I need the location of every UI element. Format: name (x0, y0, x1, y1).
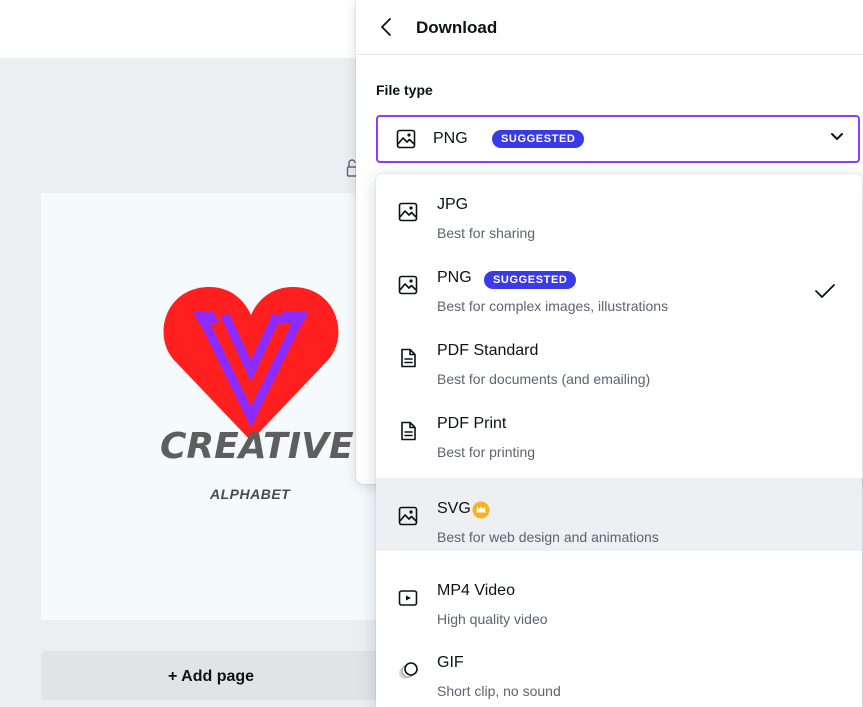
image-icon (398, 275, 418, 295)
option-png[interactable]: PNG SUGGESTED Best for complex images, i… (376, 247, 862, 320)
panel-title: Download (416, 18, 498, 37)
heart-logo-graphic (163, 286, 339, 441)
image-icon (398, 202, 418, 222)
option-svg[interactable]: SVG Best for web design and animations (376, 478, 862, 551)
chevron-down-icon (831, 133, 843, 140)
option-description: Best for web design and animations (437, 529, 659, 545)
option-description: Best for documents (and emailing) (437, 371, 651, 387)
option-name: SVG (437, 500, 471, 517)
option-mp4-video[interactable]: MP4 Video High quality video (376, 560, 862, 633)
option-name: PNG (437, 269, 472, 286)
video-icon (398, 590, 418, 606)
add-page-button[interactable]: + Add page (41, 651, 381, 700)
panel-header: Download (356, 0, 863, 55)
document-icon (401, 421, 416, 441)
logo-title-text: CREATIVE (160, 426, 354, 467)
option-description: Short clip, no sound (437, 683, 561, 699)
option-name: PDF Standard (437, 342, 539, 359)
option-name: PDF Print (437, 415, 507, 432)
back-button[interactable] (374, 15, 398, 39)
option-name: JPG (437, 196, 469, 213)
suggested-badge: SUGGESTED (492, 130, 585, 148)
option-description: Best for sharing (437, 225, 536, 241)
file-type-select[interactable]: PNG SUGGESTED (376, 115, 860, 163)
option-name: MP4 Video (437, 582, 515, 599)
gif-icon (399, 662, 418, 679)
file-type-dropdown: JPG Best for sharing PNG SUGGESTED Best … (376, 174, 862, 707)
file-type-label: File type (376, 82, 433, 98)
document-icon (401, 348, 416, 368)
chevron-left-icon (381, 18, 391, 36)
suggested-badge: SUGGESTED (484, 271, 577, 289)
option-gif[interactable]: GIF Short clip, no sound (376, 632, 862, 705)
option-name: GIF (437, 654, 464, 671)
image-icon (396, 129, 416, 149)
selected-file-type: PNG (433, 130, 468, 147)
image-icon (398, 506, 418, 526)
option-jpg[interactable]: JPG Best for sharing (376, 174, 862, 247)
logo-subtitle-text: ALPHABET (210, 486, 291, 502)
option-pdf-standard[interactable]: PDF Standard Best for documents (and ema… (376, 320, 862, 393)
option-description: Best for printing (437, 444, 536, 460)
checkmark-icon (815, 284, 835, 298)
option-description: Best for complex images, illustrations (437, 298, 669, 314)
option-description: High quality video (437, 611, 548, 627)
option-pdf-print[interactable]: PDF Print Best for printing (376, 393, 862, 466)
premium-crown-icon (472, 501, 490, 519)
